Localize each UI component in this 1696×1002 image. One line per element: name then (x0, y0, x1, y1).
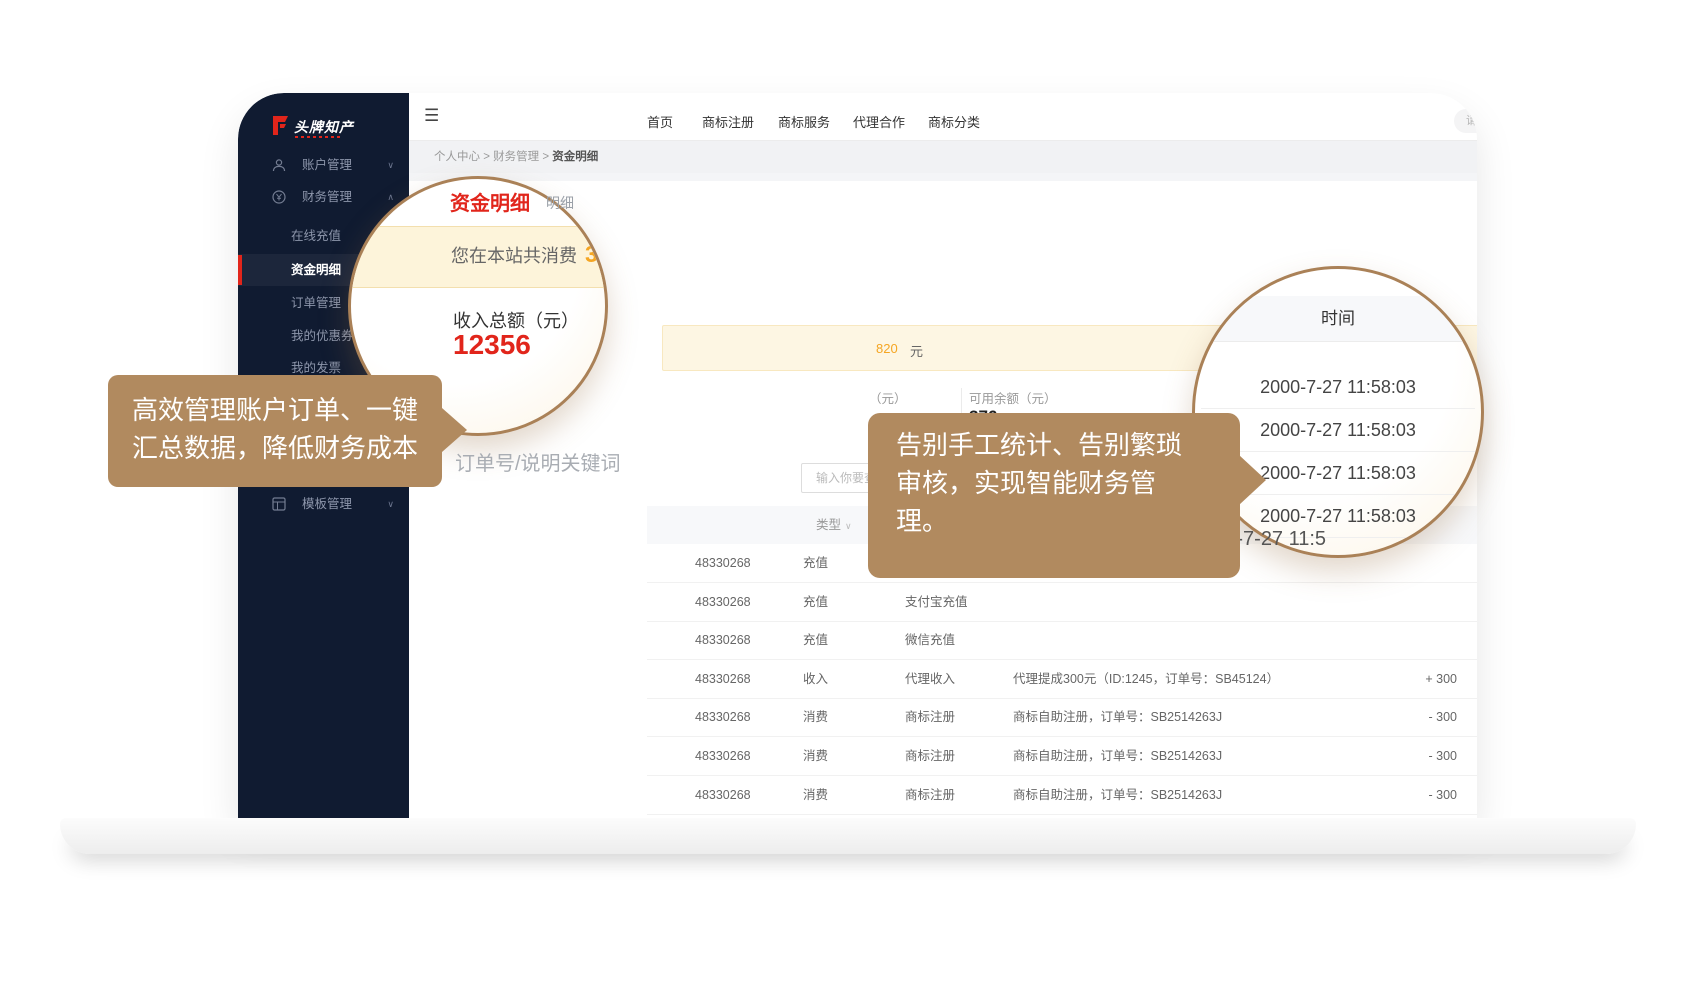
banner-unit: 元 (910, 341, 923, 360)
magnified-income-value: 12356 (453, 329, 531, 361)
table-row[interactable]: 48330268 消费 商标注册 商标自助注册，订单号：SB2514263J -… (647, 737, 1477, 776)
breadcrumb-personal-center[interactable]: 个人中心 (434, 151, 480, 163)
cell-desc: 商标自助注册，订单号：SB2514263J (1013, 737, 1222, 776)
breadcrumb: 个人中心 > 财务管理 > 资金明细 (409, 141, 1477, 173)
magnified-time-cell: 2000-7-27 11:58:03 (1201, 409, 1475, 452)
chevron-down-icon: ∨ (387, 149, 394, 181)
callout-left: 高效管理账户订单、一键 汇总数据，降低财务成本 (108, 375, 442, 487)
logo-icon (272, 116, 289, 135)
breadcrumb-separator: > (483, 151, 490, 163)
callout-right-pointer (1239, 455, 1266, 505)
user-icon (272, 158, 286, 172)
cell-type: 充值 (803, 621, 828, 660)
cell-type: 收入 (803, 660, 828, 699)
cell-order-no: 48330268 (695, 776, 751, 815)
cell-amount: - 300 (1337, 737, 1457, 776)
table-row[interactable]: 48330268 充值 微信充值 (647, 621, 1477, 660)
logo-subtext (295, 136, 341, 138)
cell-order-no: 48330268 (695, 544, 751, 583)
cell-type: 消费 (803, 776, 828, 815)
cell-project: 支付宝充值 (905, 583, 968, 622)
cell-order-no: 48330268 (695, 698, 751, 737)
cell-type: 充值 (803, 544, 828, 583)
cell-order-no: 48330268 (695, 621, 751, 660)
search-input[interactable] (1454, 109, 1477, 133)
callout-right-line3: 理。 (896, 502, 1182, 540)
magnified-banner-text: 您在本站共消费32124 (451, 241, 608, 268)
laptop-base (60, 818, 1636, 854)
callout-right-line2: 审核，实现智能财务管 (896, 464, 1182, 502)
sort-caret-icon[interactable]: ∨ (845, 521, 852, 531)
nav-trademark-service[interactable]: 商标服务 (778, 112, 830, 131)
breadcrumb-current: 资金明细 (552, 151, 598, 163)
sidebar-item-template[interactable]: 模板管理 ∨ (238, 488, 409, 520)
hamburger-menu-icon[interactable]: ☰ (424, 106, 439, 126)
cell-type: 消费 (803, 698, 828, 737)
active-indicator (238, 255, 242, 285)
callout-right-line1: 告别手工统计、告别繁琐 (896, 426, 1182, 464)
cell-amount: + 300 (1337, 660, 1457, 699)
cell-project: 代理收入 (905, 660, 955, 699)
page-background: ☰ 首页 商标注册 商标服务 代理合作 商标分类 个人中心 > 财务管理 > 资… (0, 0, 1696, 1002)
topbar: ☰ 首页 商标注册 商标服务 代理合作 商标分类 (409, 93, 1477, 141)
magnified-tab-fund-detail: 资金明细 (450, 187, 530, 216)
callout-right: 告别手工统计、告别繁琐 审核，实现智能财务管 理。 (868, 413, 1240, 578)
breadcrumb-separator: > (542, 151, 549, 163)
magnified-tab-fragment: 明细 (546, 193, 574, 213)
callout-left-line1: 高效管理账户订单、一键 (132, 391, 418, 429)
magnified-order-header: 订单号/说明关键词 (455, 447, 621, 476)
cell-amount: - 300 (1337, 698, 1457, 737)
nav-trademark-category[interactable]: 商标分类 (928, 112, 980, 131)
cell-desc: 商标自助注册，订单号：SB2514263J (1013, 776, 1222, 815)
sidebar-item-account[interactable]: 账户管理 ∨ (238, 149, 409, 181)
banner-amount-fragment: 820 (876, 341, 898, 356)
logo-text: 头牌知产 (294, 117, 354, 137)
cell-project: 微信充值 (905, 621, 955, 660)
cell-desc: 商标自助注册，订单号：SB2514263J (1013, 698, 1222, 737)
sidebar-item-finance[interactable]: 财务管理 ∧ (238, 181, 409, 213)
breadcrumb-finance[interactable]: 财务管理 (493, 151, 539, 163)
cell-project: 商标注册 (905, 698, 955, 737)
table-row[interactable]: 48330268 消费 商标注册 商标自助注册，订单号：SB2514263J -… (647, 776, 1477, 815)
header-type[interactable]: 类型∨ (816, 506, 852, 545)
cell-order-no: 48330268 (695, 583, 751, 622)
cell-order-no: 48330268 (695, 737, 751, 776)
cell-project: 商标注册 (905, 737, 955, 776)
table-row[interactable]: 48330268 充值 支付宝充值 (647, 583, 1477, 622)
callout-left-line2: 汇总数据，降低财务成本 (132, 429, 418, 467)
cell-type: 充值 (803, 583, 828, 622)
cell-project: 商标注册 (905, 776, 955, 815)
magnified-time-header: 时间 (1195, 296, 1481, 342)
finance-icon (272, 190, 286, 204)
chevron-down-icon: ∨ (387, 488, 394, 520)
stat-label-fragment: （元） (869, 388, 907, 407)
nav-home[interactable]: 首页 (647, 112, 673, 131)
nav-agent-cooperation[interactable]: 代理合作 (853, 112, 905, 131)
callout-left-pointer (442, 408, 467, 452)
magnified-time-cell: 2000-7-27 11:58:03 (1201, 366, 1475, 409)
nav-trademark-register[interactable]: 商标注册 (702, 112, 754, 131)
cell-type: 消费 (803, 737, 828, 776)
table-row[interactable]: 48330268 收入 代理收入 代理提成300元（ID:1245，订单号：SB… (647, 660, 1477, 699)
cell-desc: 代理提成300元（ID:1245，订单号：SB45124） (1013, 660, 1279, 699)
table-row[interactable]: 48330268 消费 商标注册 商标自助注册，订单号：SB2514263J -… (647, 698, 1477, 737)
cell-order-no: 48330268 (695, 660, 751, 699)
cell-amount: - 300 (1337, 776, 1457, 815)
available-balance-label: 可用余额（元） (969, 388, 1057, 407)
template-icon (272, 497, 286, 511)
